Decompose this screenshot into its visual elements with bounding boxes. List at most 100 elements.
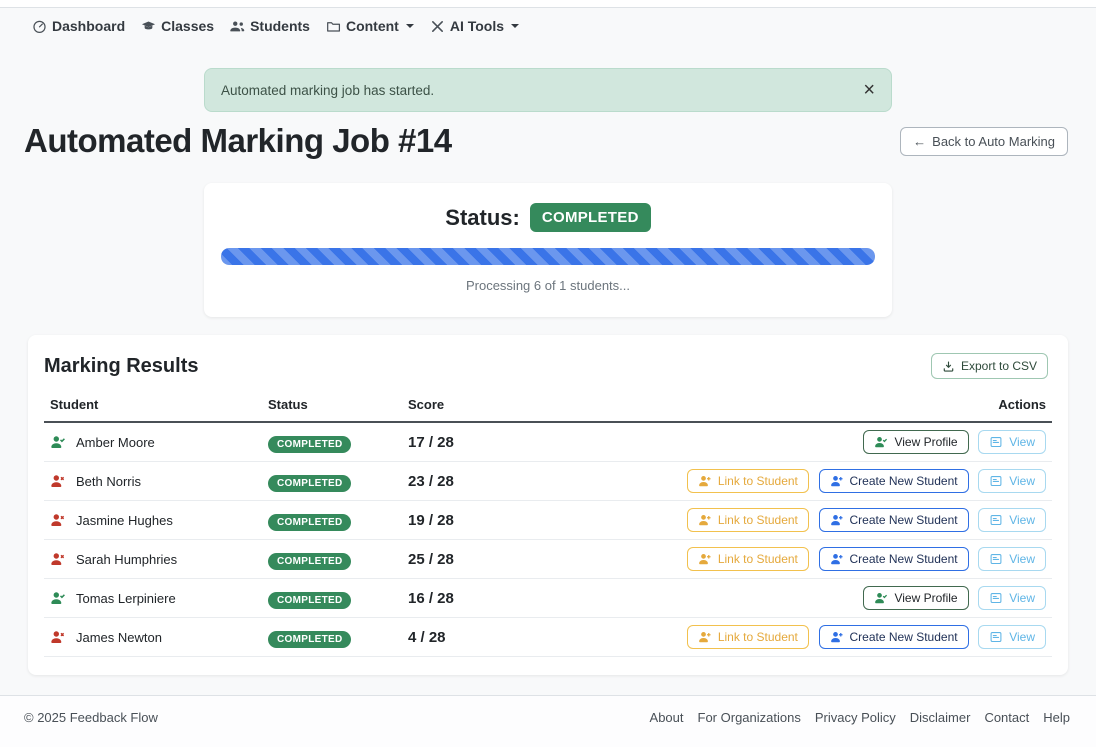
create-new-student-button[interactable]: Create New Student: [819, 547, 969, 571]
view-button[interactable]: View: [978, 430, 1046, 454]
progress-bar: [221, 248, 875, 265]
score: 19 / 28: [402, 501, 542, 540]
table-row: Amber Moore COMPLETED 17 / 28 View Profi…: [44, 422, 1052, 462]
view-button[interactable]: View: [978, 508, 1046, 532]
column-actions: Actions: [542, 391, 1052, 422]
person-check-icon: [50, 434, 66, 450]
results-table: Student Status Score Actions Amber Moore…: [44, 391, 1052, 657]
folder-icon: [326, 19, 341, 34]
tools-icon: [430, 19, 445, 34]
nav-dashboard[interactable]: Dashboard: [32, 18, 125, 34]
footer-link-privacy-policy[interactable]: Privacy Policy: [815, 710, 896, 725]
footer-link-help[interactable]: Help: [1043, 710, 1070, 725]
person-plus-icon: [830, 630, 844, 644]
person-x-icon: [50, 512, 66, 528]
link-to-student-button[interactable]: Link to Student: [687, 508, 809, 532]
alert-message: Automated marking job has started.: [221, 83, 434, 98]
footer: © 2025 Feedback Flow About For Organizat…: [0, 695, 1096, 747]
card-text-icon: [989, 630, 1003, 644]
nav-classes[interactable]: Classes: [141, 18, 214, 34]
score: 17 / 28: [402, 422, 542, 462]
card-text-icon: [989, 435, 1003, 449]
table-row: Jasmine Hughes COMPLETED 19 / 28 Link to…: [44, 501, 1052, 540]
footer-links: About For Organizations Privacy Policy D…: [650, 710, 1070, 725]
student-name: Beth Norris: [76, 474, 141, 489]
view-button[interactable]: View: [978, 547, 1046, 571]
person-check-icon: [50, 590, 66, 606]
view-profile-button[interactable]: View Profile: [863, 586, 968, 610]
page-title: Automated Marking Job #14: [24, 122, 452, 160]
person-check-icon: [874, 435, 888, 449]
back-to-auto-marking-button[interactable]: ← Back to Auto Marking: [900, 127, 1068, 156]
success-alert: Automated marking job has started. ×: [204, 68, 892, 112]
student-name: Sarah Humphries: [76, 552, 177, 567]
chevron-down-icon: [406, 24, 414, 28]
mortarboard-icon: [141, 19, 156, 34]
people-icon: [230, 19, 245, 34]
table-row: James Newton COMPLETED 4 / 28 Link to St…: [44, 618, 1052, 657]
card-text-icon: [989, 513, 1003, 527]
nav-label: Content: [346, 18, 399, 34]
nav-label: Classes: [161, 18, 214, 34]
column-score: Score: [402, 391, 542, 422]
nav-label: Students: [250, 18, 310, 34]
nav-ai-tools[interactable]: AI Tools: [430, 18, 519, 34]
status-badge: COMPLETED: [268, 475, 351, 492]
arrow-left-icon: ←: [913, 134, 926, 149]
download-icon: [942, 360, 955, 373]
status-badge: COMPLETED: [268, 592, 351, 609]
status-badge: COMPLETED: [268, 514, 351, 531]
view-button[interactable]: View: [978, 586, 1046, 610]
export-button-label: Export to CSV: [961, 359, 1037, 373]
status-badge: COMPLETED: [268, 436, 351, 453]
student-name: Amber Moore: [76, 435, 155, 450]
marking-results-card: Marking Results Export to CSV Student St…: [28, 335, 1068, 675]
nav-students[interactable]: Students: [230, 18, 310, 34]
navbar: Dashboard Classes Students Content AI: [0, 8, 1096, 44]
footer-link-contact[interactable]: Contact: [984, 710, 1029, 725]
view-profile-button[interactable]: View Profile: [863, 430, 968, 454]
page: Dashboard Classes Students Content AI: [0, 0, 1096, 747]
person-x-icon: [50, 473, 66, 489]
create-new-student-button[interactable]: Create New Student: [819, 469, 969, 493]
view-button[interactable]: View: [978, 625, 1046, 649]
create-new-student-button[interactable]: Create New Student: [819, 625, 969, 649]
create-new-student-button[interactable]: Create New Student: [819, 508, 969, 532]
score: 16 / 28: [402, 579, 542, 618]
status-card: Status: COMPLETED Processing 6 of 1 stud…: [204, 183, 892, 317]
student-name: Tomas Lerpiniere: [76, 591, 176, 606]
link-to-student-button[interactable]: Link to Student: [687, 547, 809, 571]
view-button[interactable]: View: [978, 469, 1046, 493]
student-name: James Newton: [76, 630, 162, 645]
status-badge: COMPLETED: [530, 203, 651, 232]
export-csv-button[interactable]: Export to CSV: [931, 353, 1048, 379]
copyright: © 2025 Feedback Flow: [24, 710, 158, 725]
link-to-student-button[interactable]: Link to Student: [687, 469, 809, 493]
person-check-icon: [874, 591, 888, 605]
score: 4 / 28: [402, 618, 542, 657]
table-row: Beth Norris COMPLETED 23 / 28 Link to St…: [44, 462, 1052, 501]
person-plus-icon: [698, 474, 712, 488]
link-to-student-button[interactable]: Link to Student: [687, 625, 809, 649]
person-x-icon: [50, 629, 66, 645]
footer-link-for-organizations[interactable]: For Organizations: [698, 710, 801, 725]
status-label: Status:: [445, 205, 520, 231]
card-text-icon: [989, 552, 1003, 566]
nav-content[interactable]: Content: [326, 18, 414, 34]
close-icon[interactable]: ×: [863, 80, 875, 100]
nav-label: AI Tools: [450, 18, 504, 34]
chevron-down-icon: [511, 24, 519, 28]
back-button-label: Back to Auto Marking: [932, 134, 1055, 149]
person-plus-icon: [698, 513, 712, 527]
person-plus-icon: [698, 630, 712, 644]
status-badge: COMPLETED: [268, 631, 351, 648]
card-text-icon: [989, 474, 1003, 488]
footer-link-disclaimer[interactable]: Disclaimer: [910, 710, 971, 725]
table-row: Tomas Lerpiniere COMPLETED 16 / 28 View …: [44, 579, 1052, 618]
progress-bar-fill: [221, 248, 875, 265]
person-plus-icon: [830, 474, 844, 488]
progress-caption: Processing 6 of 1 students...: [204, 278, 892, 293]
column-status: Status: [262, 391, 402, 422]
footer-link-about[interactable]: About: [650, 710, 684, 725]
score: 25 / 28: [402, 540, 542, 579]
